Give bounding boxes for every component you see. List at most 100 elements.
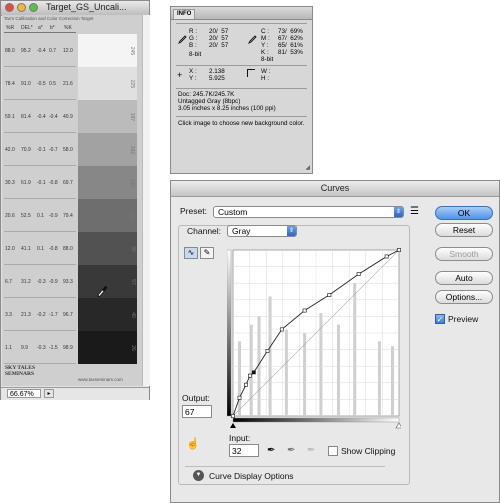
row-divider bbox=[4, 264, 76, 265]
table-cell: 9.9 bbox=[21, 344, 28, 351]
minimize-button[interactable] bbox=[17, 3, 26, 12]
info-value-b: 20/ 57 bbox=[209, 42, 229, 49]
curve-point bbox=[356, 272, 361, 276]
patch-label: 110 bbox=[129, 211, 136, 220]
black-point-slider-icon bbox=[230, 423, 236, 428]
curve-point-tool-icon[interactable]: ∿ bbox=[184, 247, 198, 259]
white-point-eyedropper-icon[interactable]: ✒ bbox=[307, 445, 315, 457]
output-field[interactable]: 67 bbox=[182, 405, 212, 418]
table-cell: -0.1 bbox=[37, 179, 46, 186]
input-field[interactable]: 32 bbox=[229, 444, 259, 457]
show-clipping-checkbox[interactable] bbox=[328, 446, 338, 456]
document-title: Target_GS_Uncali... bbox=[46, 2, 127, 12]
info-hint: Click image to choose new background col… bbox=[178, 120, 305, 127]
table-cell: -0.1 bbox=[37, 146, 46, 153]
crosshair-icon: + bbox=[177, 70, 183, 80]
table-cell: 61.9 bbox=[21, 179, 31, 186]
preset-options-icon[interactable]: ☰ bbox=[410, 206, 419, 218]
table-cell: 58.0 bbox=[63, 146, 73, 153]
close-button[interactable] bbox=[5, 3, 14, 12]
divider bbox=[185, 466, 385, 467]
gray-point-eyedropper-icon[interactable]: ✒ bbox=[287, 445, 295, 457]
info-tab[interactable]: INFO bbox=[173, 9, 196, 19]
row-divider bbox=[4, 330, 76, 331]
curve-point bbox=[384, 254, 389, 259]
selection-size-icon bbox=[247, 69, 255, 77]
status-menu-icon[interactable]: ▸ bbox=[44, 389, 54, 398]
patch-label: 40 bbox=[130, 311, 137, 318]
curves-dialog: Curves Preset: Custom ⇕ ☰ OK Reset Smoot… bbox=[170, 180, 500, 503]
curve-point bbox=[302, 308, 307, 313]
row-divider bbox=[4, 363, 76, 364]
table-cell: 3.3 bbox=[5, 311, 12, 318]
chevron-updown-icon: ⇕ bbox=[394, 207, 403, 217]
row-divider bbox=[4, 297, 76, 298]
table-cell: -0.7 bbox=[49, 146, 58, 153]
target-heading: Tax's Calibration and Color Correction T… bbox=[4, 16, 94, 21]
curves-titlebar[interactable]: Curves bbox=[171, 181, 499, 197]
black-point-eyedropper-icon[interactable]: ✒ bbox=[267, 445, 275, 457]
curve-point bbox=[265, 349, 270, 353]
table-cell: 95.2 bbox=[21, 47, 31, 54]
patch-label: 82 bbox=[130, 245, 137, 252]
document-window: Target_GS_Uncali... Tax's Calibration an… bbox=[0, 0, 150, 400]
channel-select[interactable]: Gray ⇕ bbox=[227, 225, 297, 237]
info-dimensions: 3.05 inches x 8.25 inches (100 ppi) bbox=[178, 105, 276, 112]
table-cell: 12.0 bbox=[63, 47, 73, 54]
table-cell: 0.5 bbox=[49, 80, 56, 87]
table-cell: -0.3 bbox=[37, 344, 46, 351]
gray-patch: 245 bbox=[78, 34, 137, 67]
zoom-button[interactable] bbox=[29, 3, 38, 12]
pencil-tool-icon[interactable]: ✎ bbox=[200, 247, 214, 259]
preview-checkbox[interactable]: ✓ bbox=[435, 314, 445, 324]
gray-patch: 110 bbox=[78, 199, 137, 232]
histogram-bar bbox=[268, 296, 272, 416]
seminar-logo: SKY TALES SEMINARS bbox=[5, 365, 36, 377]
table-cell: -0.4 bbox=[37, 47, 46, 54]
zoom-level-field[interactable]: 66.67% bbox=[7, 389, 41, 398]
divider bbox=[176, 116, 307, 117]
output-label: Output: bbox=[182, 393, 210, 403]
chevron-updown-icon: ⇕ bbox=[287, 226, 296, 236]
patch-label: 57 bbox=[130, 278, 137, 285]
output-gradient-bar bbox=[227, 249, 232, 417]
gray-patch: 57 bbox=[78, 265, 137, 298]
ok-button[interactable]: OK bbox=[435, 206, 493, 220]
table-cell: 0.1 bbox=[37, 245, 44, 252]
gray-patch: 225 bbox=[78, 67, 137, 100]
row-divider bbox=[4, 198, 76, 199]
table-cell: 1.1 bbox=[5, 344, 12, 351]
table-cell: -0.9 bbox=[49, 212, 58, 219]
vertical-scrollbar[interactable] bbox=[142, 15, 150, 386]
curve-graph[interactable] bbox=[227, 248, 401, 438]
patch-label: 245 bbox=[128, 46, 135, 55]
resize-grip-icon[interactable]: ◢ bbox=[305, 164, 310, 171]
options-button[interactable]: Options... bbox=[435, 290, 493, 304]
table-cell: 42.0 bbox=[5, 146, 15, 153]
row-divider bbox=[4, 132, 76, 133]
disclosure-triangle-icon[interactable]: ▼ bbox=[193, 470, 204, 481]
column-header: %K bbox=[64, 25, 72, 31]
curve-point bbox=[397, 248, 401, 252]
on-image-adjust-tool-icon[interactable]: ☝ bbox=[186, 438, 200, 450]
preview-label: Preview bbox=[448, 314, 479, 324]
curve-point bbox=[248, 373, 252, 378]
gray-patch: 82 bbox=[78, 232, 137, 265]
table-cell: -1.7 bbox=[49, 311, 58, 318]
document-titlebar[interactable]: Target_GS_Uncali... bbox=[1, 1, 149, 16]
show-clipping-label: Show Clipping bbox=[341, 446, 396, 456]
image-canvas[interactable]: Tax's Calibration and Color Correction T… bbox=[2, 15, 142, 386]
column-header: a* bbox=[38, 25, 43, 31]
header-rule bbox=[4, 32, 76, 33]
auto-button[interactable]: Auto bbox=[435, 271, 493, 285]
info-titlebar[interactable]: INFO bbox=[171, 7, 312, 20]
reset-button[interactable]: Reset bbox=[435, 223, 493, 237]
column-header: DEL* bbox=[21, 25, 33, 31]
curve-point bbox=[231, 414, 235, 418]
dialog-title: Curves bbox=[320, 183, 350, 193]
curve-point bbox=[327, 293, 332, 297]
curve-point bbox=[279, 327, 284, 332]
patch-label: 135 bbox=[128, 178, 135, 187]
smooth-button[interactable]: Smooth bbox=[435, 247, 493, 261]
preset-select[interactable]: Custom ⇕ bbox=[213, 206, 404, 218]
